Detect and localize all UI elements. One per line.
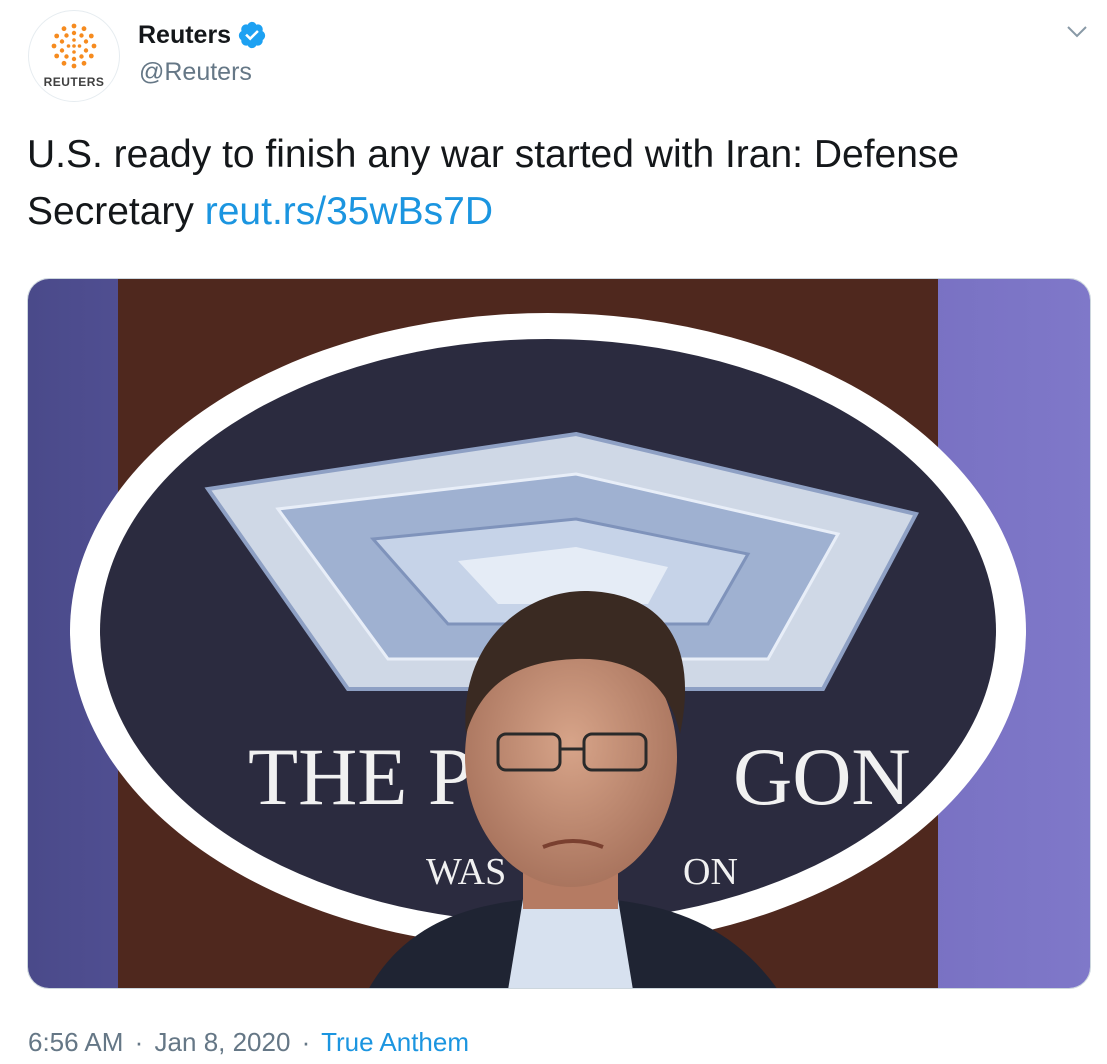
- tweet-photo[interactable]: THE P GON WAS ON: [27, 278, 1091, 989]
- tweet-text: U.S. ready to finish any war started wit…: [27, 126, 1087, 240]
- tweet-source-link[interactable]: True Anthem: [321, 1027, 469, 1057]
- display-name-text: Reuters: [138, 20, 232, 49]
- display-name[interactable]: Reuters: [138, 20, 267, 50]
- user-handle[interactable]: @Reuters: [139, 58, 252, 87]
- tweet-meta: 6:56 AM · Jan 8, 2020 · True Anthem: [28, 1027, 469, 1058]
- tweet-date[interactable]: Jan 8, 2020: [155, 1027, 291, 1057]
- sign-text-left: THE P: [248, 731, 474, 822]
- tweet-time[interactable]: 6:56 AM: [28, 1027, 123, 1057]
- avatar[interactable]: REUTERS: [28, 10, 120, 102]
- avatar-wordmark: REUTERS: [43, 75, 105, 89]
- sign-text-right: GON: [733, 731, 911, 822]
- meta-separator: ·: [134, 1027, 144, 1057]
- tweet-text-body: U.S. ready to finish any war started wit…: [27, 133, 960, 233]
- verified-badge-icon: [238, 21, 266, 49]
- sign-subtext-left: WAS: [426, 851, 506, 893]
- tweet-link[interactable]: reut.rs/35wBs7D: [205, 190, 493, 233]
- chevron-down-icon[interactable]: [1065, 22, 1089, 42]
- reuters-logo-icon: [51, 23, 97, 69]
- tweet-card: REUTERS Reuters @Reuters U.S. ready to f…: [0, 0, 1107, 1064]
- pentagon-briefing-photo-icon: THE P GON WAS ON: [28, 279, 1090, 988]
- sign-subtext-right: ON: [683, 851, 738, 893]
- meta-separator-2: ·: [301, 1027, 311, 1057]
